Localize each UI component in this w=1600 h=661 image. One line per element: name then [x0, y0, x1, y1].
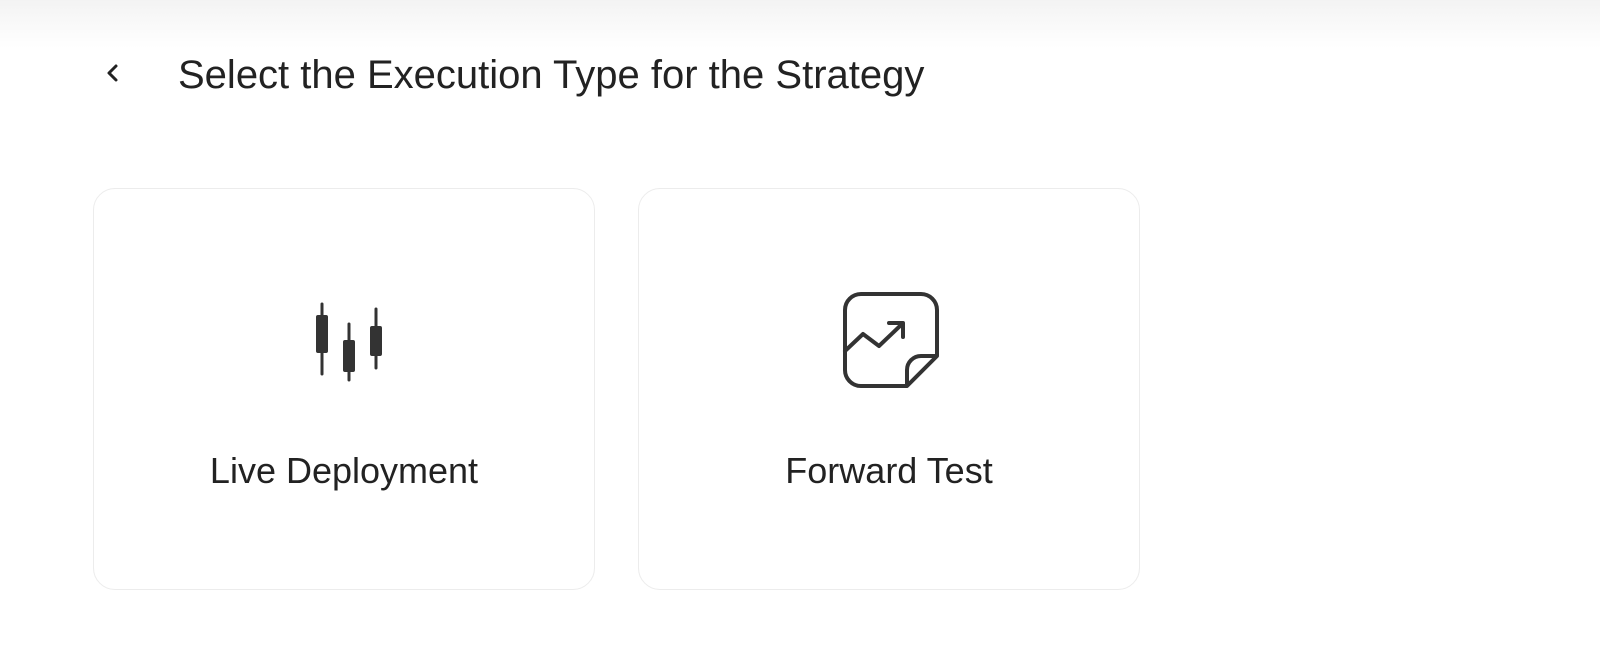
- page-header: Select the Execution Type for the Strate…: [0, 0, 1600, 150]
- trend-note-icon: [839, 289, 939, 389]
- live-deployment-label: Live Deployment: [209, 450, 479, 491]
- forward-test-card[interactable]: Forward Test: [638, 188, 1140, 590]
- page-title: Select the Execution Type for the Strate…: [178, 53, 925, 97]
- chevron-left-icon: [107, 64, 118, 82]
- back-button[interactable]: [98, 58, 128, 88]
- forward-test-label: Forward Test: [785, 450, 993, 491]
- live-deployment-card[interactable]: Live Deployment: [93, 188, 595, 590]
- candlestick-icon: [294, 289, 394, 389]
